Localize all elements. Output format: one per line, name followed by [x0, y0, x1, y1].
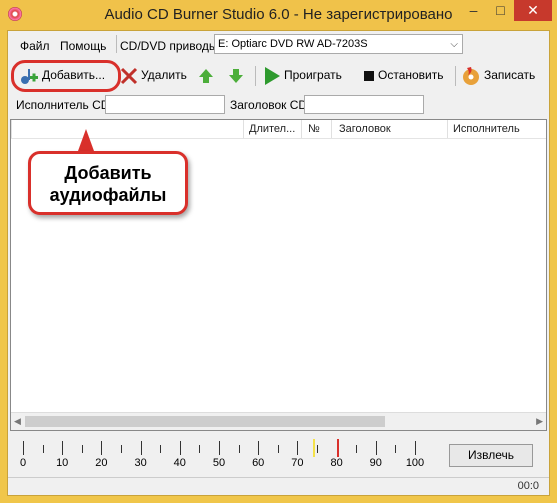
callout-line1: Добавить — [64, 163, 152, 183]
stop-label: Остановить — [378, 68, 444, 82]
scale-tick — [81, 445, 83, 453]
scale-tick — [317, 445, 318, 453]
scale-label: 20 — [95, 457, 108, 469]
move-down-button[interactable] — [228, 64, 247, 86]
burn-button[interactable]: Записать — [461, 64, 535, 86]
column-separator — [301, 120, 302, 138]
play-button[interactable]: Проиграть — [263, 64, 342, 86]
scale-tick — [415, 441, 416, 455]
scale-label: 40 — [173, 457, 186, 469]
scale-tick — [160, 445, 162, 453]
scale-tick — [101, 441, 103, 455]
menu-help[interactable]: Помощь — [60, 39, 106, 53]
scale-tick — [297, 441, 299, 455]
cd-artist-input[interactable] — [105, 95, 225, 114]
scale-tick — [219, 441, 220, 455]
toolbar-separator — [255, 66, 256, 86]
move-up-button[interactable] — [198, 64, 217, 86]
column-separator — [243, 120, 244, 138]
chevron-down-icon: ⌵ — [450, 39, 458, 50]
scale-tick — [179, 441, 181, 455]
scale-tick — [356, 445, 358, 453]
burn-label: Записать — [484, 68, 536, 82]
column-artist[interactable]: Исполнитель — [453, 123, 520, 135]
column-title[interactable]: Заголовок — [339, 123, 391, 135]
column-separator — [11, 120, 12, 138]
cd-info-row: Исполнитель CD Заголовок CD — [8, 93, 549, 117]
drive-select[interactable]: E: Optiarc DVD RW AD-7203S ⌵ — [214, 34, 463, 54]
horizontal-scrollbar[interactable]: ◀ ▶ — [11, 412, 546, 430]
scale-label: 10 — [56, 457, 69, 469]
remove-label: Удалить — [141, 68, 187, 82]
status-bar: 00:0 — [8, 477, 549, 496]
title-bar[interactable]: Audio CD Burner Studio 6.0 - Не зарегист… — [0, 0, 557, 30]
column-duration[interactable]: Длител... — [249, 123, 295, 135]
callout-line2: аудиофайлы — [49, 185, 167, 205]
arrow-down-icon — [229, 68, 243, 83]
column-separator — [447, 120, 448, 138]
scroll-right-icon[interactable]: ▶ — [536, 416, 543, 427]
burn-disc-icon — [463, 66, 479, 85]
stop-button[interactable]: Остановить — [363, 64, 444, 86]
status-time: 00:0 — [517, 480, 539, 492]
cd-artist-label: Исполнитель CD — [16, 98, 110, 112]
callout-pointer — [78, 129, 94, 151]
cd-title-label: Заголовок CD — [230, 98, 308, 112]
callout-bubble: Добавить аудиофайлы — [28, 151, 188, 215]
stop-icon — [364, 70, 374, 81]
app-window: Audio CD Burner Studio 6.0 - Не зарегист… — [0, 0, 557, 503]
scale-tick — [238, 445, 240, 453]
scale-tick — [277, 445, 279, 453]
scale-tick — [395, 445, 397, 453]
scrollbar-thumb[interactable] — [25, 416, 385, 427]
client-area: Файл Помощь CD/DVD приводы E: Optiarc DV… — [7, 30, 550, 496]
arrow-up-icon — [199, 68, 213, 83]
drive-value: E: Optiarc DVD RW AD-7203S — [218, 38, 368, 50]
scale-label: 0 — [19, 457, 27, 469]
menu-separator — [116, 35, 117, 53]
scale-tick — [62, 441, 64, 455]
scale-tick — [42, 445, 44, 453]
minimize-button[interactable]: – — [460, 0, 487, 21]
scale-tick — [121, 445, 122, 453]
scale-tick — [140, 441, 142, 455]
remove-icon — [120, 67, 138, 84]
scale-tick — [375, 441, 377, 455]
cd-title-input[interactable] — [304, 95, 424, 114]
column-number[interactable]: № — [308, 123, 320, 135]
scroll-left-icon[interactable]: ◀ — [14, 416, 21, 427]
scale-tick — [258, 441, 260, 455]
drive-label: CD/DVD приводы — [120, 39, 218, 53]
scale-label: 30 — [134, 457, 147, 469]
scale-label: 90 — [369, 457, 382, 469]
scale-label: 100 — [405, 457, 425, 469]
remove-button[interactable]: Удалить — [120, 64, 187, 86]
column-separator — [331, 120, 332, 138]
capacity-warning-marker — [313, 439, 316, 457]
play-icon — [265, 66, 280, 85]
add-button-highlight — [11, 60, 121, 92]
scale-label: 80 — [330, 457, 343, 469]
scale-label: 60 — [252, 457, 265, 469]
close-button[interactable]: ✕ — [514, 0, 552, 21]
scale-label: 70 — [291, 457, 304, 469]
toolbar-separator — [455, 66, 456, 86]
maximize-button[interactable]: □ — [487, 0, 514, 21]
eject-button[interactable]: Извлечь — [449, 444, 533, 467]
scale-tick — [199, 445, 201, 453]
scale-tick — [23, 441, 24, 455]
play-label: Проиграть — [284, 68, 342, 82]
capacity-limit-marker — [336, 439, 339, 457]
scale-label: 50 — [212, 457, 226, 469]
menu-file[interactable]: Файл — [20, 39, 50, 53]
